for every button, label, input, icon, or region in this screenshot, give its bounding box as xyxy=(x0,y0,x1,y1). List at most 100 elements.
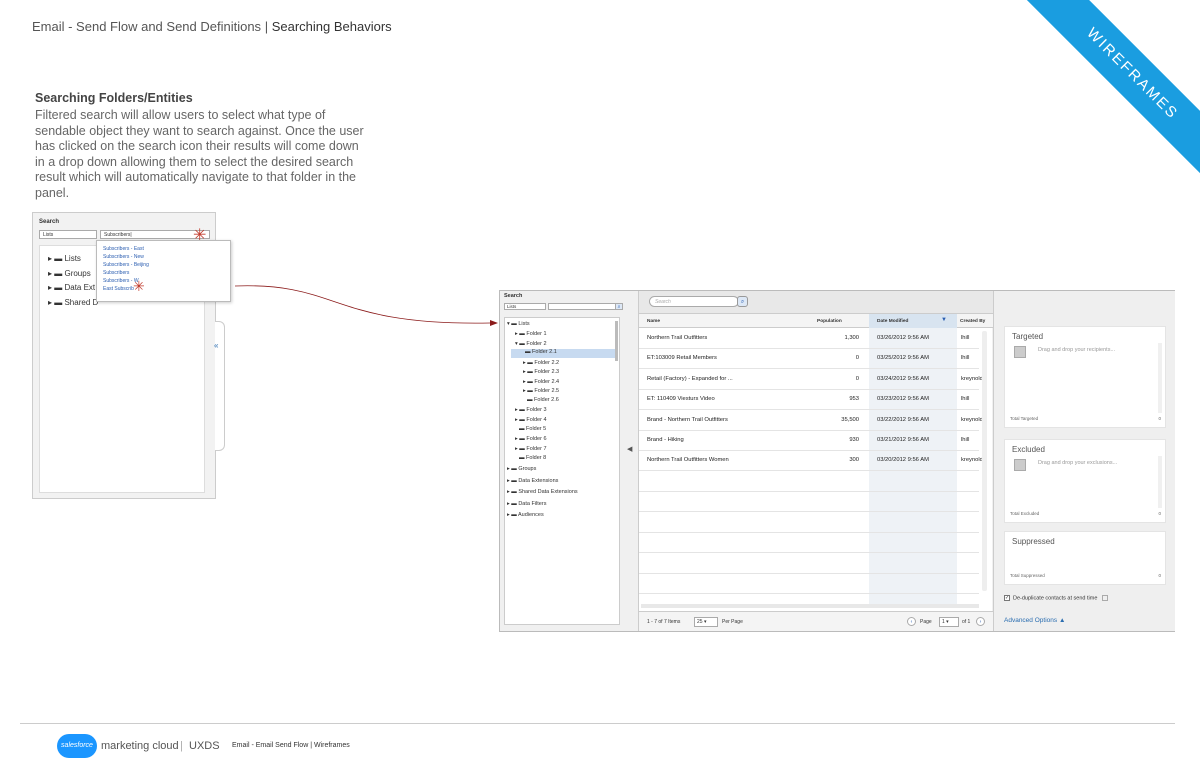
tree-item[interactable]: ▸ ▬ Folder 7 xyxy=(515,446,547,452)
tree-item-data-extensions[interactable]: ▸ ▬ Data Ext xyxy=(48,283,95,292)
tree-item[interactable]: ▬ Folder 8 xyxy=(519,455,546,461)
salesforce-logo: salesforce xyxy=(57,734,97,758)
result-option[interactable]: Subscribers - New xyxy=(97,253,230,261)
table-row[interactable]: Brand - Hiking 930 03/21/2012 9:56 AM lh… xyxy=(639,431,979,451)
dedupe-option[interactable]: ✓ De-duplicate contacts at send time xyxy=(1004,595,1108,602)
table-row[interactable]: Retail (Factory) - Expanded for ... 0 03… xyxy=(639,370,986,390)
page-input[interactable]: 1 ▾ xyxy=(939,617,959,627)
total-value: 0 xyxy=(1158,573,1161,578)
card-title: Suppressed xyxy=(1012,537,1055,546)
empty-row xyxy=(639,533,979,553)
tree-item[interactable]: ▸ ▬ Folder 2.5 xyxy=(523,388,559,394)
grid-horizontal-scrollbar[interactable] xyxy=(641,604,979,608)
search-label: Search xyxy=(504,293,523,299)
footer-divider xyxy=(20,723,1175,724)
table-row[interactable]: Northern Trail Outfitters Women 300 03/2… xyxy=(639,451,986,471)
table-row[interactable]: ET: 110409 Viesturs Video 953 03/23/2012… xyxy=(639,390,979,410)
tree-item[interactable]: ▾ ▬ Folder 2 xyxy=(515,341,547,347)
grid-toolbar: Search ⌕ xyxy=(639,291,993,314)
recipients-panel: Targeted Drag and drop your recipients..… xyxy=(993,291,1175,631)
flow-arrow xyxy=(234,285,498,326)
card-scrollbar[interactable] xyxy=(1158,343,1162,413)
suppressed-card: Suppressed Total Suppressed 0 xyxy=(1004,531,1166,585)
empty-row xyxy=(639,472,979,492)
footer-doc-title: Email - Email Send Flow | Wireframes xyxy=(232,742,350,749)
description-title: Searching Folders/Entities xyxy=(35,91,193,105)
drop-icon xyxy=(1014,459,1026,471)
footer-brand: marketing cloud xyxy=(101,740,179,752)
tree-item[interactable]: ▬ Folder 2.6 xyxy=(527,397,559,403)
search-icon[interactable]: ⌕ xyxy=(737,296,748,307)
tree-item-lists[interactable]: ▸ ▬ Lists xyxy=(48,254,81,263)
page-header: Email - Send Flow and Send Definitions |… xyxy=(32,19,392,34)
header-page-title: Searching Behaviors xyxy=(271,19,392,34)
folder-tree: ▾ ▬ Lists ▸ ▬ Folder 1 ▾ ▬ Folder 2 ▬ Fo… xyxy=(504,317,620,625)
tree-item-shared[interactable]: ▸ ▬ Shared D xyxy=(48,298,98,307)
tree-item[interactable]: ▸ ▬ Shared Data Extensions xyxy=(507,489,578,495)
wireframes-ribbon: WIREFRAMES xyxy=(1024,0,1200,182)
column-header-name[interactable]: Name xyxy=(647,319,660,324)
drop-zone-hint[interactable]: Drag and drop your recipients... xyxy=(1038,347,1115,353)
type-select[interactable]: Lists xyxy=(39,230,97,239)
pagination-bar: 1 - 7 of 7 Items 25 ▾ Per Page ‹ Page 1 … xyxy=(639,611,993,631)
grid-vertical-scrollbar[interactable] xyxy=(982,331,987,591)
search-icon[interactable]: ⌕ xyxy=(615,303,623,310)
tree-item-groups[interactable]: ▸ ▬ Groups xyxy=(48,269,91,278)
sort-desc-icon: ▼ xyxy=(941,317,947,323)
type-select[interactable]: Lists xyxy=(504,303,546,310)
column-header-date-modified[interactable]: Date Modified ▼ xyxy=(869,314,957,328)
total-label: Total Targeted xyxy=(1010,416,1039,421)
table-row[interactable]: Brand - Northern Trail Outfitters 35,500… xyxy=(639,411,986,431)
results-grid: Search ⌕ Name Population Date Modified ▼… xyxy=(638,291,993,631)
column-header-population[interactable]: Population xyxy=(817,319,842,324)
folder-panel: Search Lists ⌕ ▾ ▬ Lists ▸ ▬ Folder 1 ▾ … xyxy=(500,291,624,631)
next-page-icon[interactable]: › xyxy=(976,617,985,626)
tree-item[interactable]: ▸ ▬ Folder 3 xyxy=(515,407,547,413)
collapse-left-icon[interactable]: ◀ xyxy=(627,445,632,453)
card-scrollbar[interactable] xyxy=(1158,456,1162,508)
prev-page-icon[interactable]: ‹ xyxy=(907,617,916,626)
result-option[interactable]: Subscribers - East xyxy=(97,245,230,253)
send-selection-panel: Search Lists ⌕ ▾ ▬ Lists ▸ ▬ Folder 1 ▾ … xyxy=(499,290,1175,632)
tree-item[interactable]: ▸ ▬ Folder 4 xyxy=(515,417,547,423)
table-row[interactable]: ET:103009 Retail Members 0 03/25/2012 9:… xyxy=(639,349,979,369)
tree-item[interactable]: ▸ ▬ Folder 1 xyxy=(515,331,547,337)
help-icon xyxy=(1101,595,1108,601)
footer-separator: | xyxy=(180,740,183,752)
per-page-select[interactable]: 25 ▾ xyxy=(694,617,718,627)
tree-item[interactable]: ▸ ▬ Folder 2.2 xyxy=(523,360,559,366)
tree-item[interactable]: ▸ ▬ Data Filters xyxy=(507,501,546,507)
dedupe-checkbox[interactable]: ✓ xyxy=(1004,595,1010,602)
tree-item[interactable]: ▸ ▬ Folder 2.4 xyxy=(523,379,559,385)
tree-item-selected[interactable]: ▬ Folder 2.1 xyxy=(511,349,617,358)
search-results-dropdown: Subscribers - East Subscribers - New Sub… xyxy=(96,240,231,302)
description-body: Filtered search will allow users to sele… xyxy=(35,108,364,200)
grid-search-input[interactable]: Search xyxy=(649,296,739,307)
page-total: of 1 xyxy=(962,619,971,625)
excluded-card: Excluded Drag and drop your exclusions..… xyxy=(1004,439,1166,523)
drop-zone-hint[interactable]: Drag and drop your exclusions... xyxy=(1038,460,1117,466)
tree-scrollbar[interactable] xyxy=(615,321,618,361)
pointer-icon: ✳ xyxy=(133,278,145,294)
folder-search-input[interactable] xyxy=(548,303,616,310)
result-option[interactable]: East Subscrib xyxy=(97,285,230,293)
chevron-up-icon: ▲ xyxy=(1058,617,1066,624)
footer-uxds: UXDS xyxy=(189,740,220,752)
page-label: Page xyxy=(920,619,932,625)
collapse-icon[interactable]: « xyxy=(214,341,218,350)
empty-row xyxy=(639,492,979,512)
column-header-created-by[interactable]: Created By xyxy=(960,319,985,324)
tree-item[interactable]: ▸ ▬ Data Extensions xyxy=(507,478,558,484)
result-option[interactable]: Subscribers - Beijing xyxy=(97,261,230,269)
table-row[interactable]: Northern Trail Outfitters 1,300 03/26/20… xyxy=(639,329,979,349)
tree-item[interactable]: ▸ ▬ Groups xyxy=(507,466,536,472)
advanced-options-link[interactable]: Advanced Options ▲ xyxy=(1004,617,1065,624)
tree-item[interactable]: ▸ ▬ Folder 6 xyxy=(515,436,547,442)
tree-item[interactable]: ▬ Folder 5 xyxy=(519,426,546,432)
tree-item[interactable]: ▾ ▬ Lists xyxy=(507,321,530,327)
total-value: 0 xyxy=(1158,416,1161,421)
tree-item[interactable]: ▸ ▬ Audiences xyxy=(507,512,544,518)
tree-item[interactable]: ▸ ▬ Folder 2.3 xyxy=(523,369,559,375)
result-option[interactable]: Subscribers xyxy=(97,269,230,277)
result-option[interactable]: Subscribers - W xyxy=(97,277,230,285)
